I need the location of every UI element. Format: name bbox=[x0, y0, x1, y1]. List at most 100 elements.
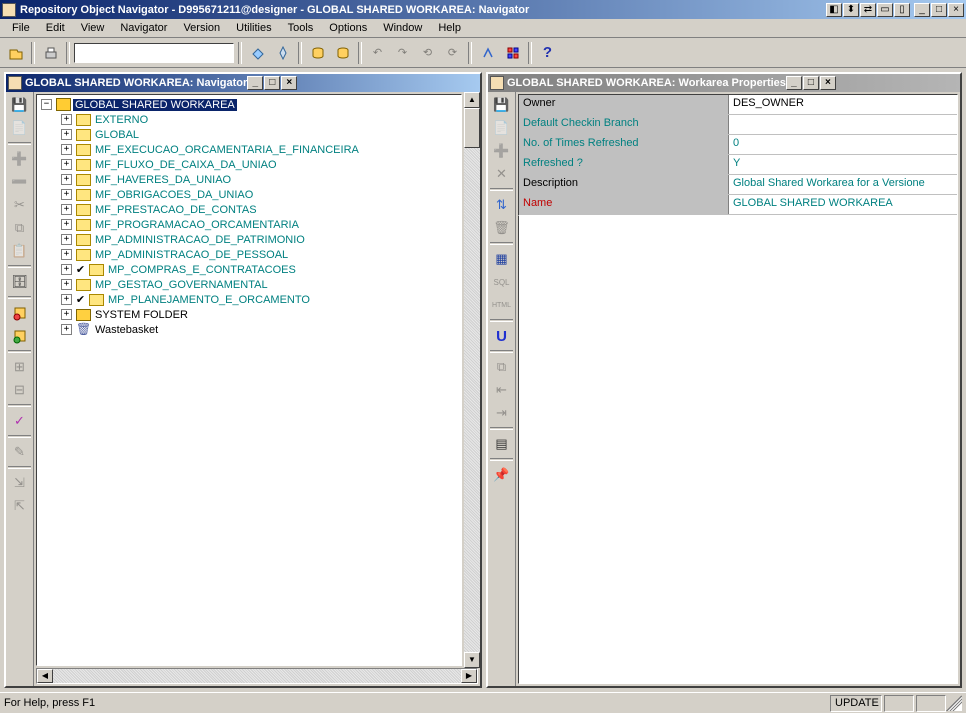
sb-remove-icon[interactable]: ➖ bbox=[8, 171, 31, 193]
psb-trash-icon[interactable]: 🗑 bbox=[490, 217, 513, 239]
tree-item[interactable]: +EXTERNO bbox=[37, 112, 461, 127]
psb-right-icon[interactable]: ⇥ bbox=[490, 402, 513, 424]
psb-html-icon[interactable]: HTML bbox=[490, 294, 513, 316]
close-button[interactable]: × bbox=[948, 3, 964, 17]
ext-btn-5[interactable]: ▯ bbox=[894, 3, 910, 17]
tree-item-label[interactable]: Wastebasket bbox=[93, 324, 160, 336]
tree-expander[interactable]: − bbox=[41, 99, 52, 110]
sb-checkout-icon[interactable] bbox=[8, 325, 31, 347]
tree-item[interactable]: +MP_ADMINISTRACAO_DE_PESSOAL bbox=[37, 247, 461, 262]
tree-item-label[interactable]: MF_PROGRAMACAO_ORCAMENTARIA bbox=[93, 219, 301, 231]
hscroll-left[interactable]: ◀ bbox=[37, 669, 53, 683]
tb-db-1[interactable] bbox=[306, 42, 329, 64]
resize-grip[interactable] bbox=[946, 695, 962, 711]
tb-tool-8[interactable] bbox=[501, 42, 524, 64]
tree-root-label[interactable]: GLOBAL SHARED WORKAREA bbox=[73, 99, 237, 111]
psb-sql-icon[interactable]: SQL bbox=[490, 271, 513, 293]
psb-del-icon[interactable]: ✕ bbox=[490, 163, 513, 185]
property-row[interactable]: No. of Times Refreshed0 bbox=[519, 135, 957, 155]
tree-expander[interactable]: + bbox=[61, 204, 72, 215]
sb-expand-icon[interactable]: ⊞ bbox=[8, 356, 31, 378]
psb-grid-icon[interactable]: ▦ bbox=[490, 248, 513, 270]
tree-expander[interactable]: + bbox=[61, 129, 72, 140]
nav-vscroll[interactable]: ▲ ▼ bbox=[464, 92, 480, 668]
tree-item[interactable]: +MF_OBRIGACOES_DA_UNIAO bbox=[37, 187, 461, 202]
properties-titlebar[interactable]: GLOBAL SHARED WORKAREA: Workarea Propert… bbox=[488, 74, 960, 92]
tb-tool-5[interactable]: ⟲ bbox=[416, 42, 439, 64]
tb-tool-7[interactable] bbox=[476, 42, 499, 64]
tree-item[interactable]: + MF_HAVERES_DA_UNIAO bbox=[37, 172, 461, 187]
sb-mark-icon[interactable]: ✓ bbox=[8, 410, 31, 432]
tree-expander[interactable]: + bbox=[61, 324, 72, 335]
ext-btn-3[interactable]: ⇄ bbox=[860, 3, 876, 17]
tree-item[interactable]: + GLOBAL bbox=[37, 127, 461, 142]
menu-file[interactable]: File bbox=[4, 20, 38, 36]
tree-item-label[interactable]: MP_PLANEJAMENTO_E_ORCAMENTO bbox=[106, 294, 312, 306]
property-row[interactable]: Refreshed ?Y bbox=[519, 155, 957, 175]
menu-navigator[interactable]: Navigator bbox=[112, 20, 175, 36]
tree-expander[interactable]: + bbox=[61, 159, 72, 170]
sb-collapse-icon[interactable]: ⊟ bbox=[8, 379, 31, 401]
psb-copy-icon[interactable]: ⧉ bbox=[490, 356, 513, 378]
tree-item[interactable]: +MF_PROGRAMACAO_ORCAMENTARIA bbox=[37, 217, 461, 232]
menu-edit[interactable]: Edit bbox=[38, 20, 73, 36]
ext-btn-4[interactable]: ▭ bbox=[877, 3, 893, 17]
property-row[interactable]: NameGLOBAL SHARED WORKAREA bbox=[519, 195, 957, 215]
sb-save-icon[interactable]: 💾 bbox=[8, 94, 31, 116]
tree-item-label[interactable]: GLOBAL bbox=[93, 129, 141, 141]
sb-tree-icon[interactable]: ⇲ bbox=[8, 472, 31, 494]
tree-item-label[interactable]: MP_ADMINISTRACAO_DE_PESSOAL bbox=[93, 249, 290, 261]
tree-item-label[interactable]: MF_HAVERES_DA_UNIAO bbox=[93, 174, 233, 186]
psb-underline-icon[interactable]: U bbox=[490, 325, 513, 347]
minimize-button[interactable]: _ bbox=[914, 3, 930, 17]
tree-item-label[interactable]: SYSTEM FOLDER bbox=[93, 309, 190, 321]
vscroll-down[interactable]: ▼ bbox=[464, 652, 480, 668]
vscroll-thumb[interactable] bbox=[464, 108, 480, 148]
navigator-titlebar[interactable]: GLOBAL SHARED WORKAREA: Navigator _ □ × bbox=[6, 74, 480, 92]
tree-item-label[interactable]: MP_GESTAO_GOVERNAMENTAL bbox=[93, 279, 270, 291]
nav-hscroll[interactable]: ◀ ▶ bbox=[36, 668, 478, 684]
psb-save-icon[interactable]: 💾 bbox=[490, 94, 513, 116]
tb-search-input[interactable] bbox=[74, 43, 234, 63]
vscroll-up[interactable]: ▲ bbox=[464, 92, 480, 108]
tb-help[interactable]: ? bbox=[536, 42, 559, 64]
tree-item[interactable]: +✔MP_PLANEJAMENTO_E_ORCAMENTO bbox=[37, 292, 461, 307]
tb-tool-6[interactable]: ⟳ bbox=[441, 42, 464, 64]
nav-tree[interactable]: −GLOBAL SHARED WORKAREA+EXTERNO+GLOBAL+M… bbox=[36, 94, 462, 666]
tree-item[interactable]: +MF_FLUXO_DE_CAIXA_DA_UNIAO bbox=[37, 157, 461, 172]
property-value[interactable]: DES_OWNER bbox=[729, 95, 957, 114]
tree-item-label[interactable]: EXTERNO bbox=[93, 114, 150, 126]
menu-options[interactable]: Options bbox=[321, 20, 375, 36]
tree-item-label[interactable]: MF_PRESTACAO_DE_CONTAS bbox=[93, 204, 259, 216]
tree-item[interactable]: +MP_GESTAO_GOVERNAMENTAL bbox=[37, 277, 461, 292]
nav-close-button[interactable]: × bbox=[281, 76, 297, 90]
property-value[interactable]: Global Shared Workarea for a Versione bbox=[729, 175, 957, 194]
tree-expander[interactable]: + bbox=[61, 174, 72, 185]
tree-expander[interactable]: + bbox=[61, 144, 72, 155]
tree-expander[interactable]: + bbox=[61, 264, 72, 275]
tree-item[interactable]: +SYSTEM FOLDER bbox=[37, 307, 461, 322]
prop-max-button[interactable]: □ bbox=[803, 76, 819, 90]
psb-calc-icon[interactable]: ▤ bbox=[490, 433, 513, 455]
tb-db-2[interactable] bbox=[331, 42, 354, 64]
tb-tool-1[interactable] bbox=[246, 42, 269, 64]
sb-new-icon[interactable]: 📄 bbox=[8, 117, 31, 139]
hscroll-right[interactable]: ▶ bbox=[461, 669, 477, 683]
psb-add-icon[interactable]: ➕ bbox=[490, 140, 513, 162]
ext-btn-1[interactable]: ◧ bbox=[826, 3, 842, 17]
psb-left-icon[interactable]: ⇤ bbox=[490, 379, 513, 401]
tb-tool-2[interactable] bbox=[271, 42, 294, 64]
maximize-button[interactable]: □ bbox=[931, 3, 947, 17]
sb-add-icon[interactable]: ➕ bbox=[8, 148, 31, 170]
property-row[interactable]: DescriptionGlobal Shared Workarea for a … bbox=[519, 175, 957, 195]
nav-max-button[interactable]: □ bbox=[264, 76, 280, 90]
property-row[interactable]: Default Checkin Branch bbox=[519, 115, 957, 135]
menu-view[interactable]: View bbox=[73, 20, 113, 36]
property-value[interactable]: GLOBAL SHARED WORKAREA bbox=[729, 195, 957, 214]
sb-tool-a-icon[interactable]: 🗄 bbox=[8, 271, 31, 293]
psb-tool1-icon[interactable]: ⇅ bbox=[490, 194, 513, 216]
ext-btn-2[interactable]: ⬍ bbox=[843, 3, 859, 17]
tree-item[interactable]: + Wastebasket bbox=[37, 322, 461, 337]
menu-tools[interactable]: Tools bbox=[280, 20, 322, 36]
tree-item[interactable]: + MF_PRESTACAO_DE_CONTAS bbox=[37, 202, 461, 217]
